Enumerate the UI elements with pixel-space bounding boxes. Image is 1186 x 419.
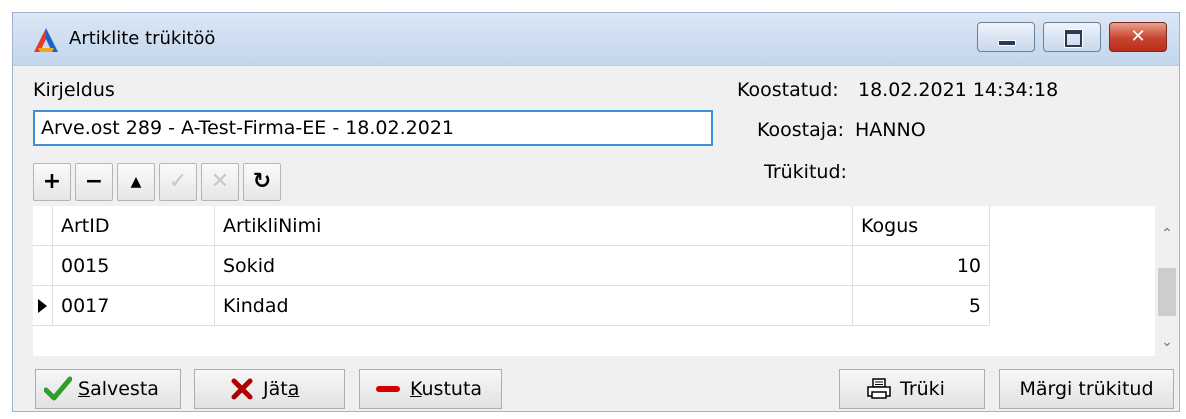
post-edit-button[interactable]: ✓: [159, 163, 197, 201]
created-label: Koostatud:: [737, 79, 839, 101]
refresh-button[interactable]: ↻: [243, 163, 281, 201]
triangle-up-icon: ▲: [130, 174, 142, 190]
description-input[interactable]: Arve.ost 289 - A-Test-Firma-EE - 18.02.2…: [33, 110, 713, 146]
close-icon: ✕: [1130, 26, 1146, 47]
red-x-icon: [231, 378, 253, 400]
close-button[interactable]: ✕: [1109, 22, 1167, 52]
add-record-button[interactable]: +: [33, 163, 71, 201]
print-job-window: Artiklite trükitöö ✕ Kirjeldus Arve.ost …: [12, 12, 1180, 412]
delete-label-rest: ustuta: [421, 378, 483, 400]
print-button[interactable]: Trüki: [839, 369, 985, 409]
column-header-artikli-nimi[interactable]: ArtikliNimi: [215, 206, 853, 246]
discard-accel-key: a: [287, 378, 300, 400]
cell-artikli-nimi[interactable]: Kindad: [215, 286, 853, 326]
description-label: Kirjeldus: [33, 79, 115, 101]
cell-artikli-nimi[interactable]: Sokid: [215, 246, 853, 286]
checkmark-icon: ✓: [168, 169, 188, 194]
author-value: HANNO: [855, 119, 926, 141]
column-header-artid[interactable]: ArtID: [53, 206, 215, 246]
checkmark-icon: [44, 376, 72, 401]
column-header-kogus[interactable]: Kogus: [853, 206, 990, 246]
created-value: 18.02.2021 14:34:18: [858, 79, 1059, 101]
printer-icon: [867, 378, 891, 399]
maximize-icon: [1065, 30, 1082, 47]
save-label: Salvesta: [78, 370, 159, 408]
window-title: Artiklite trükitöö: [69, 28, 216, 49]
delete-label: Kustuta: [410, 370, 482, 408]
print-label: Trüki: [900, 378, 945, 400]
minus-icon: −: [84, 169, 104, 194]
vertical-scrollbar[interactable]: ⌃ ⌄: [1155, 206, 1179, 356]
cancel-edit-button[interactable]: ✕: [201, 163, 239, 201]
articles-grid[interactable]: ArtID ArtikliNimi Kogus 0015 Sokid 10 00…: [33, 206, 1159, 356]
scrollbar-thumb[interactable]: [1158, 268, 1176, 316]
cell-artid[interactable]: 0017: [53, 286, 215, 326]
discard-button[interactable]: Jäta: [194, 369, 345, 409]
mark-printed-label: Märgi trükitud: [1019, 378, 1154, 400]
app-logo-icon: [34, 28, 58, 52]
delete-button[interactable]: Kustuta: [359, 369, 502, 409]
delete-record-button[interactable]: −: [75, 163, 113, 201]
refresh-icon: ↻: [252, 169, 272, 194]
delete-accel-key: K: [410, 378, 422, 400]
row-indicator-header: [33, 206, 53, 246]
mark-printed-button[interactable]: Märgi trükitud: [999, 369, 1174, 409]
cell-kogus[interactable]: 10: [853, 246, 990, 286]
cell-artid[interactable]: 0015: [53, 246, 215, 286]
cross-icon: ✕: [210, 169, 230, 194]
scroll-down-arrow-icon[interactable]: ⌄: [1155, 334, 1179, 354]
save-label-rest: alvesta: [90, 378, 159, 400]
plus-icon: +: [42, 169, 62, 194]
author-label: Koostaja:: [757, 119, 845, 141]
scroll-up-arrow-icon[interactable]: ⌃: [1155, 226, 1179, 246]
printed-label: Trükitud:: [764, 161, 847, 183]
row-indicator[interactable]: [33, 246, 53, 286]
minimize-icon: [998, 40, 1016, 46]
save-accel-key: S: [78, 378, 91, 400]
save-button[interactable]: Salvesta: [35, 369, 181, 409]
minus-red-icon: [376, 386, 400, 392]
move-up-button[interactable]: ▲: [117, 163, 155, 201]
cell-kogus[interactable]: 5: [853, 286, 990, 326]
current-row-arrow-icon: [38, 299, 47, 313]
minimize-button[interactable]: [977, 22, 1035, 52]
discard-label: Jäta: [263, 370, 299, 408]
maximize-button[interactable]: [1043, 22, 1101, 52]
title-bar[interactable]: Artiklite trükitöö ✕: [13, 13, 1179, 66]
discard-label-pre: Jät: [263, 378, 288, 400]
row-indicator[interactable]: [33, 286, 53, 326]
